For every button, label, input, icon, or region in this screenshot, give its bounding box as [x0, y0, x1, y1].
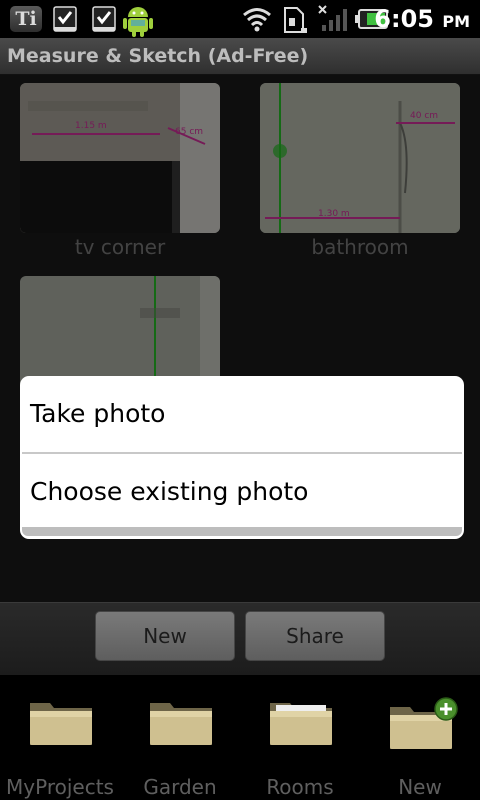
folder-icon [270, 703, 332, 745]
bottom-tab-bar: MyProjects Garden Rooms New [0, 675, 480, 800]
dialog-footer [22, 527, 462, 536]
wifi-icon [243, 8, 271, 32]
status-bar: Ti 6:05 PM [0, 0, 480, 38]
tab-garden[interactable]: Garden [120, 675, 240, 800]
tab-label: Garden [143, 775, 217, 799]
tab-label: MyProjects [6, 775, 114, 799]
task-check-icon [92, 6, 116, 32]
tab-new[interactable]: New [360, 675, 480, 800]
folder-icon [150, 703, 212, 745]
folder-add-icon [390, 697, 458, 749]
take-photo-option[interactable]: Take photo [20, 376, 464, 452]
android-icon [123, 7, 153, 37]
tab-label: Rooms [266, 775, 334, 799]
folder-icon [30, 703, 92, 745]
photo-source-dialog: Take photo Choose existing photo [20, 376, 464, 539]
action-bar: New Share [0, 602, 480, 675]
ti-app-icon: Ti [10, 6, 42, 32]
sd-card-icon [284, 7, 307, 33]
title-bar: Measure & Sketch (Ad-Free) [0, 38, 480, 75]
tab-myprojects[interactable]: MyProjects [0, 675, 120, 800]
tab-label: New [398, 775, 442, 799]
choose-existing-photo-option[interactable]: Choose existing photo [20, 454, 464, 530]
share-button[interactable]: Share [245, 611, 385, 661]
new-button[interactable]: New [95, 611, 235, 661]
app-title: Measure & Sketch (Ad-Free) [7, 45, 309, 67]
no-signal-icon [318, 5, 347, 31]
tab-rooms[interactable]: Rooms [240, 675, 360, 800]
status-clock: 6:05 PM [374, 5, 470, 33]
task-check-icon [53, 6, 77, 32]
